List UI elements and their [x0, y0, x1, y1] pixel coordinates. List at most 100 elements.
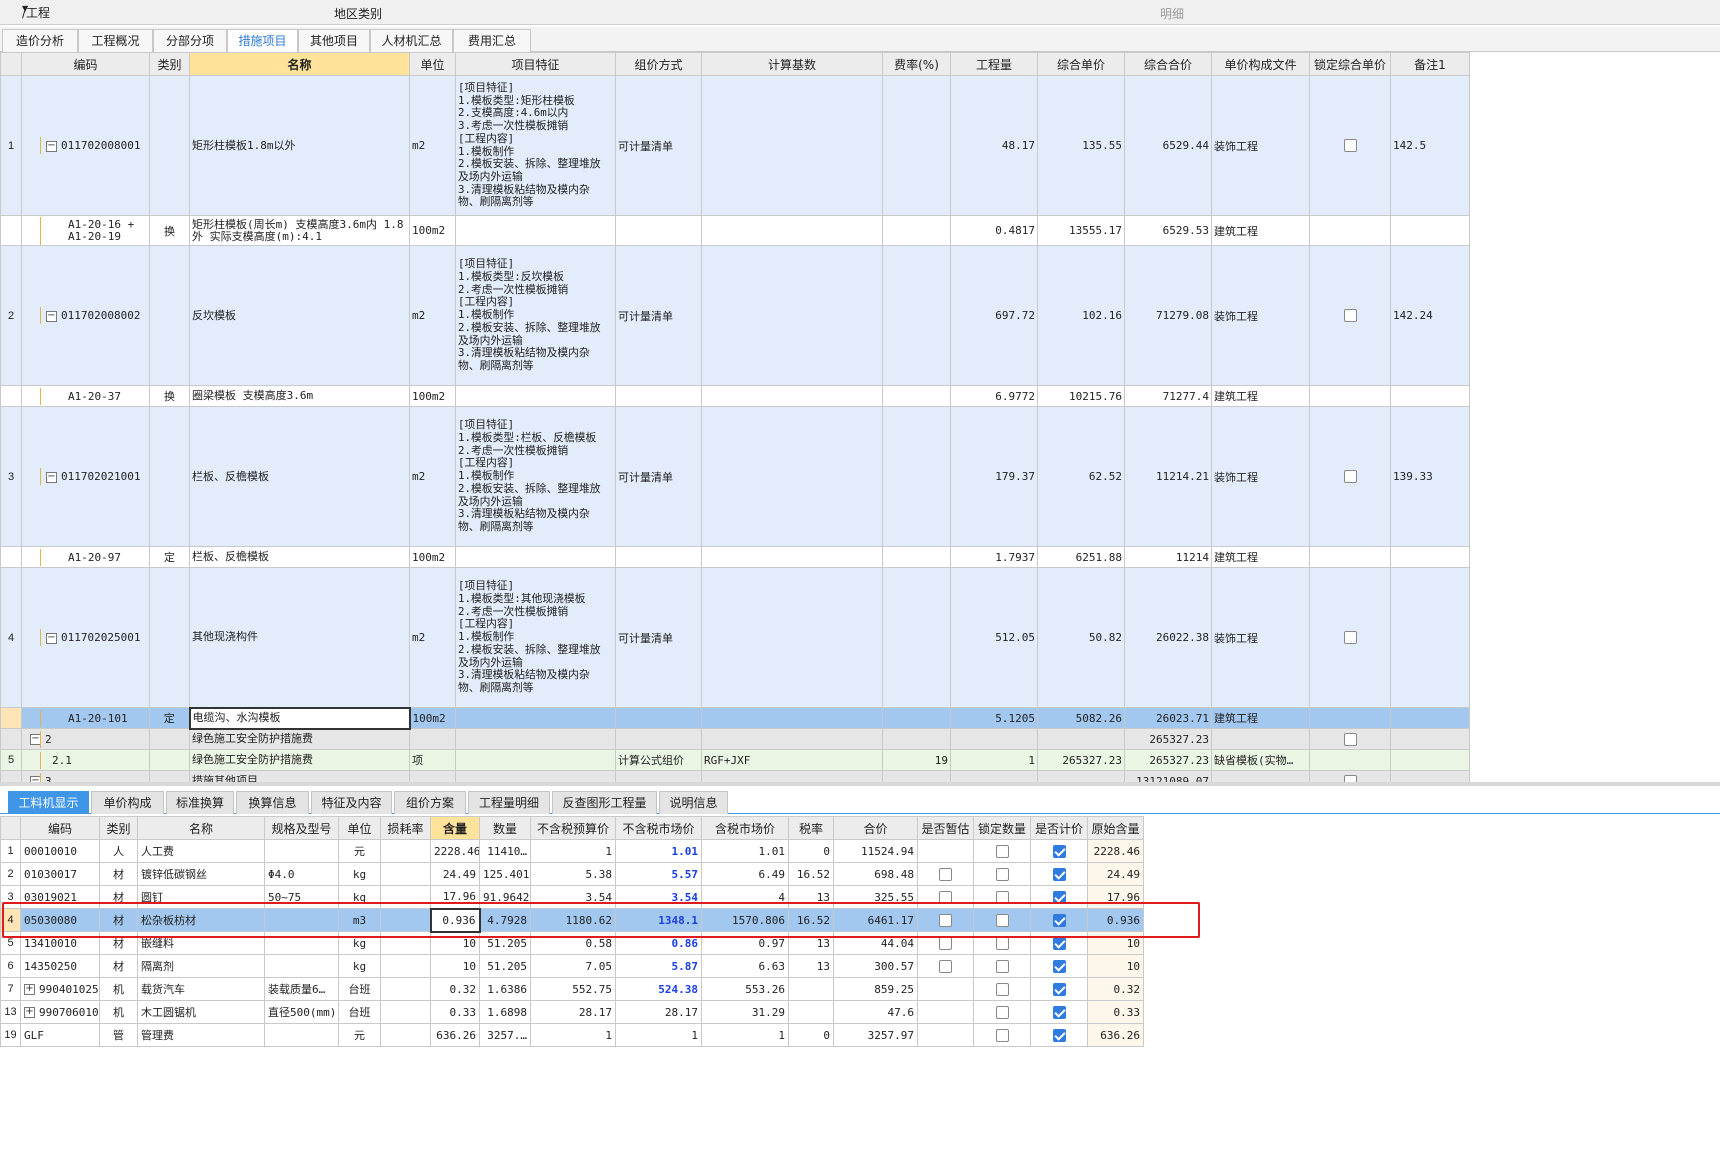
tax-rate-cell[interactable]: 13 [788, 954, 834, 978]
spec-cell[interactable] [264, 954, 339, 978]
budget-price-cell[interactable]: 552.75 [530, 977, 616, 1001]
spec-cell[interactable]: 50~75 [264, 885, 339, 909]
type-cell[interactable] [149, 406, 190, 547]
grid-row[interactable]: 1−011702008001 矩形柱模板1.8m以外 m2 [项目特征] 1.模板类型… [0, 75, 1470, 216]
unit-cell[interactable]: 元 [338, 839, 381, 863]
market-price-cell[interactable]: 28.17 [615, 1000, 702, 1024]
code-cell[interactable]: −011702021001 [21, 406, 150, 547]
detail-tab-5[interactable]: 组价方案 [394, 791, 466, 814]
price-cell[interactable]: 50.82 [1037, 567, 1125, 708]
tax-rate-cell[interactable] [788, 977, 834, 1001]
lockq-checkbox[interactable] [995, 890, 1009, 904]
budget-price-cell[interactable]: 1 [530, 839, 616, 863]
rate-cell[interactable] [882, 245, 951, 386]
name-cell[interactable]: 圈梁模板 支模高度3.6m [189, 385, 410, 407]
type-cell[interactable]: 机 [99, 977, 138, 1001]
note-cell[interactable] [1390, 749, 1470, 771]
type-cell[interactable]: 定 [149, 546, 190, 568]
name-cell[interactable]: 隔离剂 [137, 954, 265, 978]
content-cell[interactable]: 17.96 [430, 885, 480, 909]
col-header[interactable]: 是否暂估 [917, 816, 974, 840]
spec-cell[interactable]: 装载质量6… [264, 977, 339, 1001]
col-header[interactable] [0, 816, 21, 840]
code-cell[interactable]: 01030017 [20, 862, 100, 886]
grid-row[interactable]: A1-20-97 定栏板、反檐模板 100m2 1.7937 6251.88 11214 建… [0, 546, 1470, 568]
code-cell[interactable]: 03019021 [20, 885, 100, 909]
col-header[interactable]: 备注1 [1390, 52, 1470, 76]
market-tax-price-cell[interactable]: 553.26 [701, 977, 789, 1001]
market-price-cell[interactable]: 5.87 [615, 954, 702, 978]
unit-cell[interactable]: kg [338, 954, 381, 978]
col-header[interactable]: 类别 [149, 52, 190, 76]
type-cell[interactable]: 材 [99, 862, 138, 886]
name-cell[interactable]: 镀锌低碳钢丝 [137, 862, 265, 886]
content-cell[interactable]: 0.33 [430, 1000, 480, 1024]
note-cell[interactable] [1390, 707, 1470, 729]
name-cell[interactable]: 矩形柱模板(周长m) 支模高度3.6m内 1.8 外 实际支模高度(m):4.1 [189, 215, 410, 246]
qty-cell[interactable]: 1 [950, 749, 1038, 771]
qty-cell[interactable]: 179.37 [950, 406, 1038, 547]
priced-checkbox[interactable] [1052, 844, 1066, 858]
grid-row[interactable]: A1-20-37 换圈梁模板 支模高度3.6m 100m2 6.9772 10215.7… [0, 385, 1470, 407]
base-cell[interactable] [701, 546, 883, 568]
price-cell[interactable]: 265327.23 [1037, 749, 1125, 771]
grid-row[interactable]: 4−011702025001 其他现浇构件 m2 [项目特征] 1.模板类型:其他现浇… [0, 567, 1470, 708]
loss-cell[interactable] [380, 885, 431, 909]
collapse-icon[interactable]: − [46, 140, 57, 152]
col-header[interactable]: 项目特征 [455, 52, 616, 76]
price-cell[interactable] [1037, 728, 1125, 750]
resource-row[interactable]: 4 05030080 材松杂板枋材 m3 0.936 4.7928 1180.62 1348.… [0, 907, 1144, 933]
qty-cell[interactable]: 1.6898 [479, 1000, 531, 1024]
priced-checkbox[interactable] [1052, 913, 1066, 927]
code-cell[interactable]: +990706010 [20, 1000, 100, 1024]
col-header[interactable]: 组价方式 [615, 52, 702, 76]
code-cell[interactable]: A1-20-37 [21, 385, 150, 407]
code-cell[interactable]: 05030080 [20, 908, 100, 932]
lockq-checkbox[interactable] [995, 844, 1009, 858]
file-cell[interactable]: 装饰工程 [1211, 75, 1310, 216]
method-cell[interactable] [615, 770, 702, 782]
est-checkbox[interactable] [939, 913, 952, 927]
note-cell[interactable] [1390, 385, 1470, 407]
col-header[interactable]: 锁定综合单价 [1309, 52, 1391, 76]
unit-cell[interactable]: m2 [409, 75, 456, 216]
feature-cell[interactable]: [项目特征] 1.模板类型:矩形柱模板 2.支模高度:4.6m以内 3.考虑一次… [455, 75, 616, 216]
col-header[interactable]: 数量 [479, 816, 531, 840]
col-header[interactable]: 综合单价 [1037, 52, 1125, 76]
method-cell[interactable] [615, 728, 702, 750]
file-cell[interactable]: 建筑工程 [1211, 707, 1310, 729]
method-cell[interactable]: 可计量清单 [615, 245, 702, 386]
type-cell[interactable] [149, 245, 190, 386]
rate-cell[interactable] [882, 385, 951, 407]
col-header[interactable]: 税率 [788, 816, 834, 840]
col-header[interactable] [0, 52, 22, 76]
feature-cell[interactable] [455, 215, 616, 246]
loss-cell[interactable] [380, 1000, 431, 1024]
detail-tab-7[interactable]: 反查图形工程量 [552, 791, 657, 814]
type-cell[interactable]: 材 [99, 908, 138, 932]
feature-cell[interactable] [455, 546, 616, 568]
code-cell[interactable]: −2 [21, 728, 150, 750]
feature-cell[interactable] [455, 385, 616, 407]
spec-cell[interactable]: Φ4.0 [264, 862, 339, 886]
grid-row[interactable]: 3−011702021001 栏板、反檐模板 m2 [项目特征] 1.模板类型:栏板、… [0, 406, 1470, 547]
price-cell[interactable]: 5082.26 [1037, 707, 1125, 729]
detail-tab-6[interactable]: 工程量明细 [468, 791, 550, 814]
content-cell[interactable]: 10 [430, 931, 480, 955]
tax-rate-cell[interactable]: 16.52 [788, 908, 834, 932]
detail-tab-0[interactable]: 工料机显示 [8, 791, 89, 814]
feature-cell[interactable] [455, 728, 616, 750]
market-tax-price-cell[interactable]: 4 [701, 885, 789, 909]
unit-cell[interactable]: kg [338, 862, 381, 886]
type-cell[interactable] [149, 770, 190, 782]
spec-cell[interactable] [264, 908, 339, 932]
method-cell[interactable]: 可计量清单 [615, 567, 702, 708]
code-cell[interactable]: −011702025001 [21, 567, 150, 708]
lock-price-checkbox[interactable] [1343, 470, 1357, 484]
file-cell[interactable]: 建筑工程 [1211, 215, 1310, 246]
price-cell[interactable]: 135.55 [1037, 75, 1125, 216]
base-cell[interactable] [701, 770, 883, 782]
feature-cell[interactable] [455, 749, 616, 771]
est-checkbox[interactable] [939, 890, 952, 904]
priced-checkbox[interactable] [1052, 1028, 1066, 1042]
